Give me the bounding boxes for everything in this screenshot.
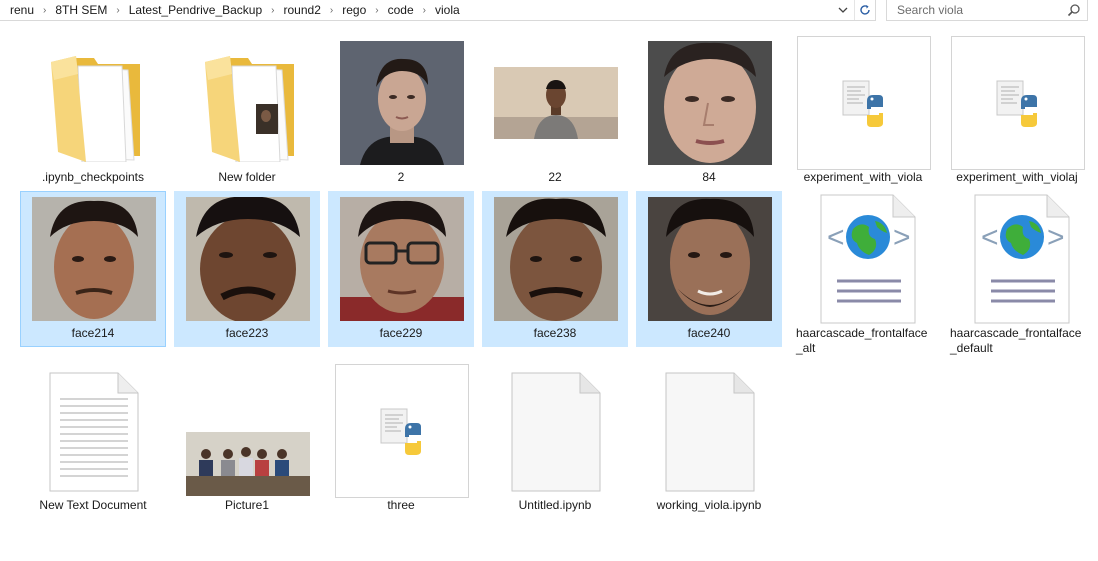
file-name: face214: [71, 326, 115, 340]
folder-icon: [175, 36, 321, 170]
file-name: face223: [225, 326, 269, 340]
svg-text:<: <: [827, 221, 845, 254]
file-name: face229: [379, 326, 423, 340]
photo-thumbnail: [483, 36, 629, 170]
svg-text:>: >: [1047, 221, 1065, 254]
breadcrumb-item[interactable]: viola: [433, 3, 462, 17]
xml-file-icon: < >: [945, 192, 1091, 326]
file-item[interactable]: Untitled.ipynb: [482, 363, 628, 519]
breadcrumb-item[interactable]: Latest_Pendrive_Backup: [127, 3, 264, 17]
folder-icon: [21, 36, 167, 170]
file-item[interactable]: New Text Document: [20, 363, 166, 519]
breadcrumb-item[interactable]: code: [386, 3, 416, 17]
xml-file-icon: < >: [791, 192, 937, 326]
file-item[interactable]: < > haarcascade_frontalface_alt: [790, 191, 937, 355]
file-item[interactable]: 22: [482, 35, 628, 191]
file-item[interactable]: face223: [174, 191, 320, 347]
photo-thumbnail: [329, 36, 475, 170]
file-name: Untitled.ipynb: [518, 498, 592, 512]
search-box[interactable]: [886, 0, 1088, 21]
python-file-icon: [945, 36, 1091, 170]
photo-thumbnail: [483, 192, 629, 326]
chevron-right-icon[interactable]: ›: [416, 5, 433, 16]
file-name: 84: [702, 170, 716, 184]
file-item[interactable]: face238: [482, 191, 628, 347]
file-name: experiment_with_viola: [803, 170, 923, 184]
chevron-right-icon[interactable]: ›: [109, 5, 126, 16]
chevron-right-icon[interactable]: ›: [368, 5, 385, 16]
photo-thumbnail: [21, 192, 167, 326]
photo-thumbnail: [175, 364, 321, 498]
file-item[interactable]: < > haarcascade_frontalface_default: [944, 191, 1091, 355]
svg-text:<: <: [981, 221, 999, 254]
file-name: working_viola.ipynb: [656, 498, 762, 512]
file-item[interactable]: 2: [328, 35, 474, 191]
svg-text:>: >: [893, 221, 911, 254]
photo-thumbnail: [637, 36, 783, 170]
file-item[interactable]: experiment_with_violaj: [944, 35, 1090, 191]
python-file-icon: [329, 364, 475, 498]
chevron-right-icon[interactable]: ›: [264, 5, 281, 16]
file-item[interactable]: 84: [636, 35, 782, 191]
photo-thumbnail: [637, 192, 783, 326]
toolbar: renu › 8TH SEM › Latest_Pendrive_Backup …: [0, 0, 1098, 21]
file-item[interactable]: face240: [636, 191, 782, 347]
file-name: New folder: [218, 170, 276, 184]
text-file-icon: [21, 364, 167, 498]
address-bar[interactable]: renu › 8TH SEM › Latest_Pendrive_Backup …: [0, 0, 876, 21]
file-item[interactable]: Picture1: [174, 363, 320, 519]
photo-thumbnail: [175, 192, 321, 326]
file-name: New Text Document: [39, 498, 147, 512]
chevron-down-icon[interactable]: [834, 0, 852, 20]
file-item[interactable]: working_viola.ipynb: [636, 363, 782, 519]
file-item[interactable]: .ipynb_checkpoints: [20, 35, 166, 191]
file-name: .ipynb_checkpoints: [41, 170, 145, 184]
refresh-icon[interactable]: [854, 0, 874, 20]
file-name: 2: [397, 170, 405, 184]
file-name: experiment_with_violaj: [956, 170, 1078, 184]
breadcrumb-item[interactable]: renu: [8, 3, 36, 17]
search-input[interactable]: [895, 2, 1065, 18]
breadcrumb-item[interactable]: round2: [282, 3, 323, 17]
search-icon[interactable]: [1067, 3, 1081, 17]
blank-file-icon: [637, 364, 783, 498]
file-item[interactable]: three: [328, 363, 474, 519]
blank-file-icon: [483, 364, 629, 498]
breadcrumb-item[interactable]: rego: [340, 3, 368, 17]
file-item[interactable]: face214: [20, 191, 166, 347]
file-item[interactable]: New folder: [174, 35, 320, 191]
file-item[interactable]: face229: [328, 191, 474, 347]
breadcrumb-item[interactable]: 8TH SEM: [53, 3, 109, 17]
file-name: haarcascade_frontalface_default: [950, 326, 1082, 355]
photo-thumbnail: [329, 192, 475, 326]
file-name: haarcascade_frontalface_alt: [796, 326, 928, 355]
file-name: three: [387, 498, 415, 512]
chevron-right-icon[interactable]: ›: [36, 5, 53, 16]
file-name: 22: [548, 170, 562, 184]
file-name: face240: [687, 326, 731, 340]
file-item[interactable]: experiment_with_viola: [790, 35, 936, 191]
python-file-icon: [791, 36, 937, 170]
file-name: Picture1: [224, 498, 270, 512]
chevron-right-icon[interactable]: ›: [323, 5, 340, 16]
file-name: face238: [533, 326, 577, 340]
